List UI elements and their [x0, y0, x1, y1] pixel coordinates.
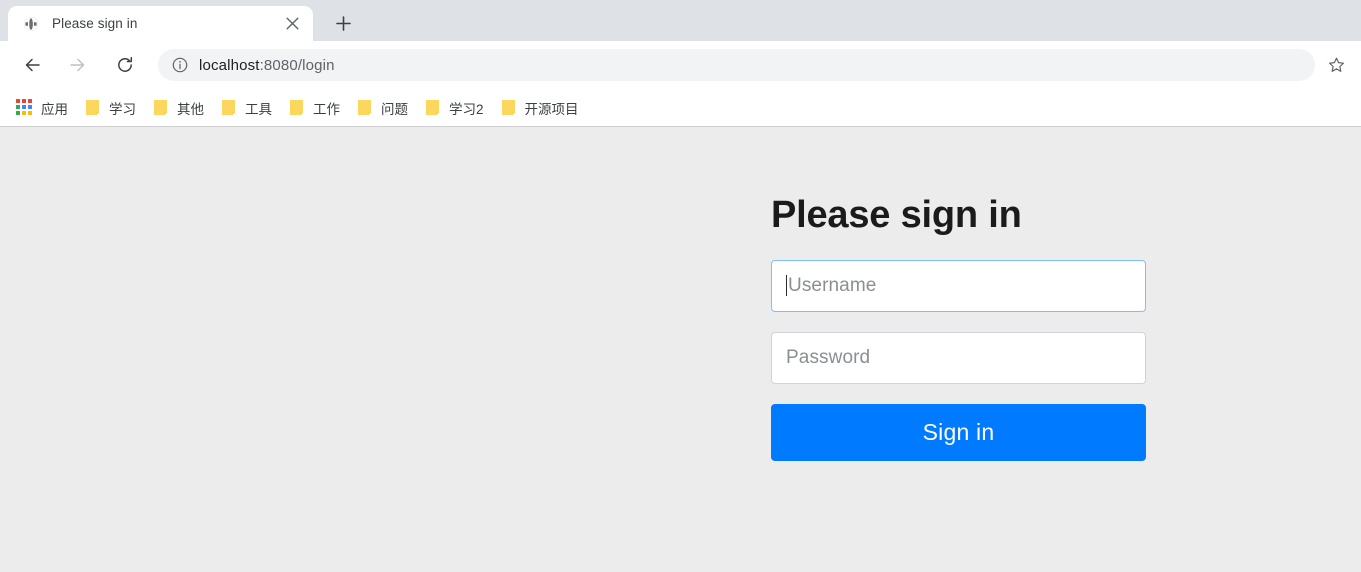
- bookmark-folder-3[interactable]: 工具: [216, 95, 280, 121]
- folder-icon: [500, 99, 517, 116]
- globe-icon: [22, 15, 39, 32]
- apps-grid-icon: [16, 99, 33, 116]
- signin-button[interactable]: Sign in: [771, 403, 1146, 461]
- bookmark-label: 问题: [381, 101, 408, 117]
- text-caret: [786, 275, 787, 297]
- password-placeholder: Password: [786, 346, 871, 368]
- bookmark-apps[interactable]: 应用: [12, 95, 76, 121]
- folder-icon: [84, 99, 101, 116]
- bookmark-folder-7[interactable]: 开源项目: [496, 95, 587, 121]
- page-content: Please sign in Username Password Sign in: [0, 127, 1361, 572]
- bookmark-folder-5[interactable]: 问题: [352, 95, 416, 121]
- reload-icon[interactable]: [108, 48, 142, 82]
- browser-tab[interactable]: Please sign in: [8, 6, 313, 41]
- bookmark-label: 学习: [109, 101, 136, 117]
- bookmarks-bar: 应用 学习 其他 工具 工作 问题 学习2 开源项目: [0, 89, 1361, 127]
- bookmark-folder-4[interactable]: 工作: [284, 95, 348, 121]
- url-path: :8080/login: [259, 56, 335, 74]
- folder-icon: [220, 99, 237, 116]
- arrow-left-icon[interactable]: [16, 48, 50, 82]
- tab-title: Please sign in: [52, 16, 138, 31]
- bookmark-label: 学习2: [449, 101, 484, 117]
- folder-icon: [424, 99, 441, 116]
- bookmark-folder-2[interactable]: 其他: [148, 95, 212, 121]
- folder-icon: [356, 99, 373, 116]
- browser-toolbar: localhost:8080/login: [0, 41, 1361, 89]
- bookmark-label: 工作: [313, 101, 340, 117]
- folder-icon: [152, 99, 169, 116]
- username-field[interactable]: Username: [771, 259, 1146, 312]
- bookmark-folder-1[interactable]: 学习: [80, 95, 144, 121]
- page-title: Please sign in: [771, 194, 1022, 236]
- bookmark-label: 其他: [177, 101, 204, 117]
- signin-form: Please sign in Username Password Sign in: [771, 194, 1146, 461]
- bookmark-label: 开源项目: [524, 101, 579, 117]
- close-icon[interactable]: [281, 13, 303, 35]
- arrow-right-icon[interactable]: [60, 48, 94, 82]
- address-bar[interactable]: localhost:8080/login: [158, 49, 1315, 81]
- browser-window: Please sign in localhost:8080/login 应用 学…: [0, 0, 1361, 572]
- address-bar-url: localhost:8080/login: [199, 57, 335, 74]
- username-placeholder: Username: [788, 274, 877, 296]
- bookmark-folder-6[interactable]: 学习2: [420, 95, 492, 121]
- url-host: localhost: [199, 56, 260, 74]
- info-circle-icon[interactable]: [171, 57, 188, 74]
- tab-strip: Please sign in: [0, 0, 1361, 41]
- star-outline-icon[interactable]: [1321, 50, 1351, 80]
- password-field[interactable]: Password: [771, 331, 1146, 384]
- bookmark-label: 工具: [245, 101, 272, 117]
- folder-icon: [288, 99, 305, 116]
- bookmark-label: 应用: [41, 101, 68, 117]
- new-tab-button[interactable]: [327, 7, 359, 39]
